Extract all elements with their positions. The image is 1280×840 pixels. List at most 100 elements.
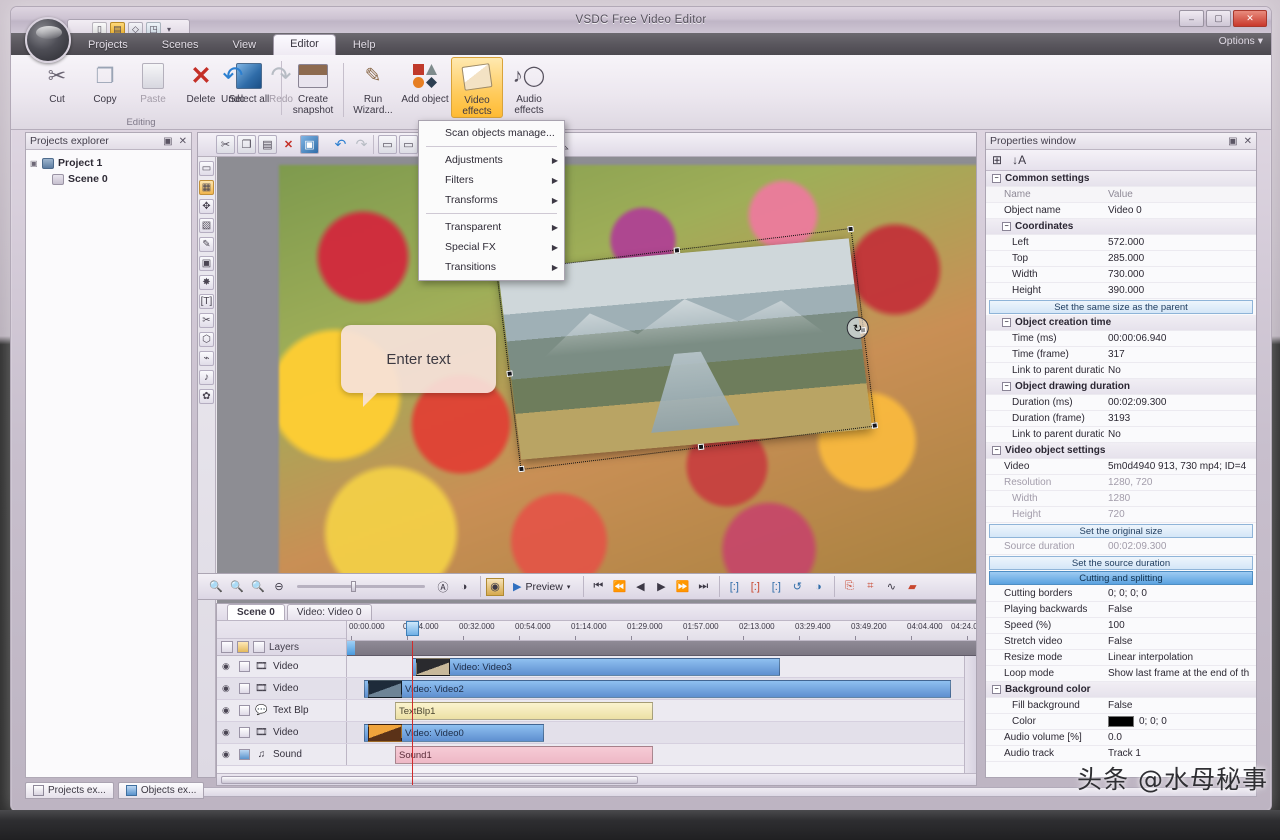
- create-snapshot-button[interactable]: Create snapshot: [287, 57, 339, 116]
- timeline-panel[interactable]: Scene 0 Video: Video 0 Layers 00:00.000 …: [216, 603, 977, 786]
- property-value[interactable]: 00:00:06.940: [1104, 333, 1256, 344]
- resize-handle-sw[interactable]: [518, 466, 525, 473]
- loop-icon[interactable]: ↺: [788, 578, 806, 596]
- lock-icon[interactable]: [239, 661, 250, 672]
- editor-tool-palette[interactable]: ▭ ▦ ✥ ▧ ✎ ▣ ✸ [T] ✂ ⬡ ⌁ ♪ ✿: [198, 157, 216, 777]
- property-row-left[interactable]: Left 572.000: [986, 235, 1256, 251]
- property-row-playing-backwards[interactable]: Playing backwards False: [986, 602, 1256, 618]
- transport-controls[interactable]: ⏮ ⏪ ◀ ▶ ⏩ ⏭: [583, 576, 717, 597]
- tree-item-project[interactable]: ▣ Project 1: [30, 155, 187, 171]
- property-value[interactable]: 3193: [1104, 413, 1256, 424]
- paste-icon[interactable]: ▤: [258, 135, 277, 154]
- property-row-fill-background[interactable]: Fill background False: [986, 698, 1256, 714]
- property-row-top[interactable]: Top 285.000: [986, 251, 1256, 267]
- resize-handle-ne[interactable]: [847, 226, 854, 233]
- property-row-source-height[interactable]: Height 720: [986, 507, 1256, 523]
- lock-icon[interactable]: [239, 683, 250, 694]
- dock-tab-projects-explorer[interactable]: Projects ex...: [25, 782, 114, 799]
- property-row-link-parent-creation[interactable]: Link to parent duration No: [986, 363, 1256, 379]
- property-row-resolution[interactable]: Resolution 1280, 720: [986, 475, 1256, 491]
- sprite-tool-icon[interactable]: ✸: [199, 275, 214, 290]
- property-value[interactable]: Track 1: [1104, 748, 1256, 759]
- playback-toolbar[interactable]: 🔍 🔍 🔍 ⊖ Ⓐ ◑ ◉ ▶ Preview ▾ ⏮ ⏪ ◀: [197, 573, 977, 600]
- split-icon[interactable]: ⌗: [861, 578, 879, 596]
- play-icon[interactable]: ▶: [652, 578, 670, 596]
- set-end-marker-icon[interactable]: [:]: [767, 578, 785, 596]
- property-value[interactable]: 00:02:09.300: [1104, 397, 1256, 408]
- layer-header[interactable]: ◉ 🎞 Video: [217, 656, 347, 677]
- align-left-icon[interactable]: ▭: [378, 135, 397, 154]
- menu-item-transforms[interactable]: Transforms ▶: [419, 190, 564, 210]
- chevron-down-icon[interactable]: ▾: [567, 583, 571, 591]
- lock-icon[interactable]: [239, 705, 250, 716]
- property-group-background-color[interactable]: −Background color: [986, 682, 1256, 698]
- timeline-row[interactable]: ◉ 🎞 Video Video: Video2: [217, 678, 976, 700]
- cutting-and-splitting-button[interactable]: Cutting and splitting: [989, 571, 1253, 585]
- delete-x-icon[interactable]: ✕: [279, 135, 298, 154]
- add-object-button[interactable]: Add object: [399, 57, 451, 105]
- menu-item-adjustments[interactable]: Adjustments ▶: [419, 150, 564, 170]
- select-all-icon[interactable]: ▣: [300, 135, 319, 154]
- property-row-source-duration[interactable]: Source duration 00:02:09.300: [986, 539, 1256, 555]
- first-frame-icon[interactable]: ⏮: [589, 578, 607, 596]
- resize-handle-n[interactable]: [674, 247, 681, 254]
- pin-icon[interactable]: ▣: [163, 136, 172, 147]
- lock-icon[interactable]: [239, 727, 250, 738]
- zoom-in-icon[interactable]: 🔍: [228, 578, 246, 596]
- property-row-time-ms[interactable]: Time (ms) 00:00:06.940: [986, 331, 1256, 347]
- sort-alpha-icon[interactable]: ↓A: [1012, 153, 1026, 167]
- expander-icon[interactable]: −: [992, 446, 1001, 455]
- property-row-loop-mode[interactable]: Loop mode Show last frame at the end of …: [986, 666, 1256, 682]
- property-row-resize-mode[interactable]: Resize mode Linear interpolation: [986, 650, 1256, 666]
- lock-toggle-all-icon[interactable]: [237, 641, 249, 653]
- options-button[interactable]: Options ▾: [1219, 35, 1263, 47]
- eye-icon[interactable]: ◉: [222, 683, 234, 694]
- mute-toggle-all-icon[interactable]: [253, 641, 265, 653]
- zoom-controls[interactable]: 🔍 🔍 🔍 ⊖ Ⓐ ◑: [202, 576, 478, 597]
- property-row-link-parent-duration[interactable]: Link to parent duration No: [986, 427, 1256, 443]
- timeline-clip[interactable]: Video: Video3: [412, 658, 780, 676]
- property-value[interactable]: 0.0: [1104, 732, 1256, 743]
- layer-header[interactable]: ◉ 💬 Text Blp: [217, 700, 347, 721]
- property-value[interactable]: Video 0: [1104, 205, 1256, 216]
- resize-handle-w[interactable]: [506, 370, 513, 377]
- eye-icon[interactable]: ◉: [222, 727, 234, 738]
- last-frame-icon[interactable]: ⏭: [694, 578, 712, 596]
- close-icon[interactable]: ✕: [179, 136, 187, 147]
- timeline-row[interactable]: ◉ 🎞 Video Video: Video0: [217, 722, 976, 744]
- eye-icon[interactable]: ◉: [222, 661, 234, 672]
- hand-tool-icon[interactable]: ✥: [199, 199, 214, 214]
- set-source-duration-button[interactable]: Set the source duration: [989, 556, 1253, 570]
- visibility-toggle-all-icon[interactable]: [221, 641, 233, 653]
- property-value[interactable]: Linear interpolation: [1104, 652, 1256, 663]
- rotate-handle-icon[interactable]: ↻: [845, 316, 870, 341]
- playhead-handle[interactable]: [406, 621, 419, 636]
- preview-group[interactable]: ◉ ▶ Preview ▾: [480, 576, 581, 597]
- expander-icon[interactable]: −: [992, 685, 1001, 694]
- property-row-source-width[interactable]: Width 1280: [986, 491, 1256, 507]
- tab-scenes[interactable]: Scenes: [145, 36, 216, 55]
- property-value[interactable]: 0; 0; 0; 0: [1104, 588, 1256, 599]
- zoom-out-icon[interactable]: 🔍: [207, 578, 225, 596]
- eye-icon[interactable]: ◉: [222, 749, 234, 760]
- property-value[interactable]: 572.000: [1104, 237, 1256, 248]
- timeline-row[interactable]: ◉ 💬 Text Blp TextBlp1: [217, 700, 976, 722]
- property-row-height[interactable]: Height 390.000: [986, 283, 1256, 299]
- forward-icon[interactable]: ⏩: [673, 578, 691, 596]
- timeline-clip[interactable]: TextBlp1: [395, 702, 653, 720]
- property-row-cutting-borders[interactable]: Cutting borders 0; 0; 0; 0: [986, 586, 1256, 602]
- property-row-audio-volume[interactable]: Audio volume [%] 0.0: [986, 730, 1256, 746]
- video-effects-button[interactable]: Video effects: [451, 57, 503, 118]
- layer-track[interactable]: Video: Video2: [347, 678, 976, 699]
- shape-tool-icon[interactable]: ⬡: [199, 332, 214, 347]
- property-group-creation-time[interactable]: −Object creation time: [986, 315, 1256, 331]
- property-value[interactable]: 730.000: [1104, 269, 1256, 280]
- expander-icon[interactable]: −: [1002, 222, 1011, 231]
- property-group[interactable]: −Common settings: [986, 171, 1256, 187]
- property-value[interactable]: 390.000: [1104, 285, 1256, 296]
- video-effects-dropdown-menu[interactable]: Scan objects manage... Adjustments ▶ Fil…: [418, 120, 565, 281]
- color-swatch[interactable]: [1108, 716, 1134, 727]
- video-tool-icon[interactable]: ▣: [199, 256, 214, 271]
- expander-icon[interactable]: −: [1002, 318, 1011, 327]
- property-row-stretch-video[interactable]: Stretch video False: [986, 634, 1256, 650]
